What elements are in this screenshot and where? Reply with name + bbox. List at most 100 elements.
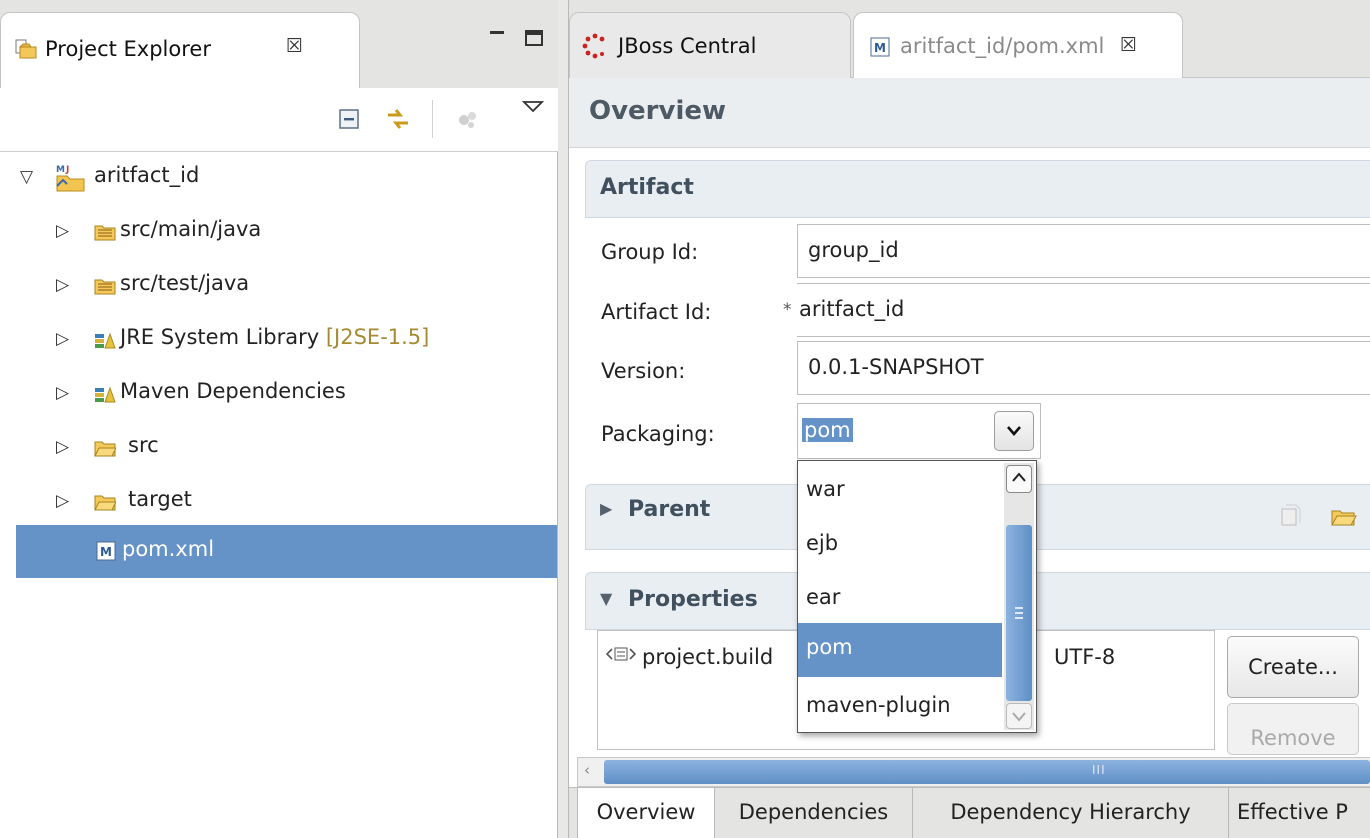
properties-section-title: Properties — [628, 587, 758, 612]
open-pom-icon — [1281, 504, 1301, 526]
group-id-label: Group Id: — [601, 240, 699, 264]
dropdown-option-ejb[interactable]: ejb — [798, 519, 1002, 573]
select-parent-folder-icon[interactable] — [1330, 503, 1358, 529]
required-marker: * — [783, 300, 792, 320]
create-property-button[interactable]: Create... — [1227, 636, 1359, 698]
option-label: maven-plugin — [806, 693, 951, 717]
tree-item-label: JRE System Library [J2SE-1.5] — [120, 325, 429, 349]
collapse-all-icon[interactable] — [336, 106, 362, 132]
collapsed-arrow-icon[interactable]: ▷ — [56, 329, 69, 349]
scroll-down-icon[interactable] — [1006, 703, 1032, 729]
artifact-section-header: Artifact — [585, 160, 1370, 218]
tree-item-pom-xml[interactable]: M pom.xml — [16, 525, 557, 578]
artifact-id-label: Artifact Id: — [601, 300, 712, 324]
collapsed-arrow-icon[interactable]: ▷ — [56, 383, 69, 403]
view-menu-icon[interactable] — [520, 96, 546, 122]
tab-label: Dependency Hierarchy — [950, 800, 1191, 824]
expanded-arrow-icon[interactable]: ▽ — [20, 167, 33, 187]
editor-page-tabs: Overview Dependencies Dependency Hierarc… — [569, 787, 1370, 838]
project-explorer-tab[interactable]: Project Explorer ☒ — [0, 12, 360, 88]
packaging-combo[interactable]: pom — [797, 403, 1041, 459]
maven-pom-file-icon: M — [96, 541, 116, 561]
tree-item-src-test-java[interactable]: ▷ src/test/java — [0, 260, 557, 314]
focus-active-task-icon — [459, 112, 476, 128]
remove-button-label: Remove — [1250, 726, 1336, 750]
tab-label: aritfact_id/pom.xml — [900, 34, 1105, 58]
toolbar-separator — [432, 100, 433, 138]
packaging-dropdown-list[interactable]: war ejb ear pom maven-plugin — [797, 460, 1037, 733]
tab-label: Dependencies — [738, 800, 889, 824]
library-icon — [95, 386, 116, 403]
tab-dependencies[interactable]: Dependencies — [715, 788, 913, 838]
scrollbar-thumb[interactable]: III — [604, 760, 1370, 784]
expanded-arrow-icon[interactable]: ▼ — [600, 589, 612, 608]
create-button-label: Create... — [1248, 655, 1338, 679]
maximize-icon[interactable] — [525, 30, 543, 46]
version-field[interactable]: 0.0.1-SNAPSHOT — [797, 341, 1370, 395]
tree-item-jre-system-library[interactable]: ▷ JRE System Library [J2SE-1.5] — [0, 314, 557, 368]
collapsed-arrow-icon[interactable]: ▷ — [56, 221, 69, 241]
tree-item-label: src/main/java — [120, 217, 262, 241]
view-minmax-controls — [488, 28, 548, 53]
tree-item-maven-dependencies[interactable]: ▷ Maven Dependencies — [0, 368, 557, 422]
artifact-id-value: aritfact_id — [799, 297, 905, 321]
tree-item-src-main-java[interactable]: ▷ src/main/java — [0, 206, 557, 260]
tree-item-target[interactable]: ▷ target — [0, 476, 557, 530]
project-explorer-tabbar: Project Explorer ☒ — [0, 0, 558, 88]
artifact-section-title: Artifact — [600, 175, 694, 200]
project-explorer-icon — [15, 39, 37, 59]
option-label: ejb — [806, 531, 839, 555]
pom-editor: JBoss Central M aritfact_id/pom.xml ☒ Ov… — [568, 0, 1370, 838]
folder-icon — [94, 495, 116, 511]
collapsed-arrow-icon[interactable]: ▷ — [56, 491, 69, 511]
maven-project-icon: M J — [56, 165, 85, 192]
dropdown-scrollbar[interactable] — [1004, 463, 1034, 730]
scroll-left-icon[interactable]: ‹ — [584, 761, 590, 779]
dropdown-option-maven-plugin[interactable]: maven-plugin — [798, 681, 1002, 735]
collapsed-arrow-icon[interactable]: ▶ — [600, 499, 612, 518]
tab-pom-xml[interactable]: M aritfact_id/pom.xml ☒ — [853, 12, 1183, 79]
tab-label: Overview — [596, 800, 696, 824]
tab-dependency-hierarchy[interactable]: Dependency Hierarchy — [913, 788, 1229, 838]
dropdown-option-war[interactable]: war — [798, 465, 1002, 519]
tab-label: JBoss Central — [618, 34, 757, 58]
property-value: UTF-8 — [1054, 645, 1116, 669]
close-icon[interactable]: ☒ — [286, 35, 303, 57]
tab-jboss-central[interactable]: JBoss Central — [569, 12, 851, 78]
scroll-up-icon[interactable] — [1006, 465, 1032, 493]
close-icon[interactable]: ☒ — [1120, 34, 1137, 56]
group-id-field[interactable]: group_id — [797, 224, 1370, 278]
remove-property-button[interactable]: Remove — [1227, 703, 1359, 755]
link-with-editor-icon[interactable] — [385, 106, 411, 132]
artifact-id-field[interactable]: aritfact_id — [797, 283, 1370, 337]
tree-item-label: Maven Dependencies — [120, 379, 346, 403]
dropdown-option-pom[interactable]: pom — [798, 623, 1002, 677]
collapsed-arrow-icon[interactable]: ▷ — [56, 437, 69, 457]
dropdown-scrollbar-thumb[interactable] — [1006, 525, 1032, 701]
tree-item-label: src/test/java — [120, 271, 250, 295]
svg-text:J: J — [65, 165, 69, 175]
option-label: ear — [806, 585, 841, 609]
tab-effective-pom[interactable]: Effective P — [1229, 788, 1370, 838]
library-name: JRE System Library — [120, 325, 320, 349]
property-name: project.build — [642, 645, 774, 669]
editor-tabbar: JBoss Central M aritfact_id/pom.xml ☒ — [569, 0, 1370, 79]
svg-text:M: M — [874, 41, 886, 55]
tree-item-src[interactable]: ▷ src — [0, 422, 557, 476]
page-title: Overview — [589, 96, 727, 126]
dropdown-option-ear[interactable]: ear — [798, 573, 1002, 627]
horizontal-scrollbar[interactable]: ‹ III — [577, 757, 1370, 787]
packaging-dropdown-button[interactable] — [994, 411, 1034, 451]
minimize-icon[interactable] — [490, 31, 504, 34]
packaging-value: pom — [802, 418, 853, 442]
project-explorer-title: Project Explorer — [45, 37, 211, 61]
maven-pom-file-icon: M — [870, 37, 890, 57]
tree-item-aritfact-id[interactable]: ▽ M J aritfact_id — [0, 152, 557, 206]
tab-label: Effective P — [1237, 800, 1348, 824]
tab-overview[interactable]: Overview — [577, 788, 715, 838]
svg-text:M: M — [56, 165, 65, 175]
parent-section-title: Parent — [628, 497, 711, 522]
source-folder-icon — [94, 225, 116, 241]
collapsed-arrow-icon[interactable]: ▷ — [56, 275, 69, 295]
option-label: war — [806, 477, 845, 501]
